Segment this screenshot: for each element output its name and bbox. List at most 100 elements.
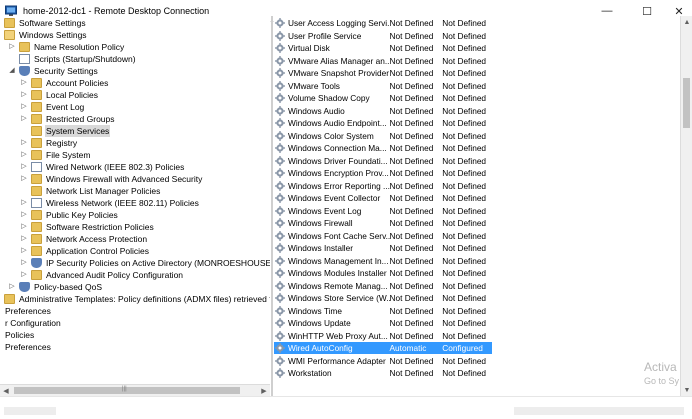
- expand-arrow-icon[interactable]: ▷: [20, 173, 28, 185]
- service-row[interactable]: Virtual Disk Not Defined Not Defined: [274, 42, 492, 54]
- tree-item[interactable]: ▷ Policy-based QoS: [8, 281, 103, 293]
- tree-item[interactable]: ◢ Security Settings: [8, 65, 99, 77]
- tree-item[interactable]: ▷ Software Restriction Policies: [20, 221, 155, 233]
- service-row[interactable]: Windows Audio Not Defined Not Defined: [274, 105, 492, 117]
- service-gear-icon: [275, 118, 285, 128]
- tree-item-label: Windows Firewall with Advanced Security: [46, 174, 203, 184]
- expand-arrow-icon[interactable]: ▷: [20, 209, 28, 221]
- scrollbar-thumb[interactable]: [683, 78, 690, 128]
- tree-item[interactable]: ▷ Registry: [20, 137, 78, 149]
- service-row[interactable]: Windows Color System Not Defined Not Defin…: [274, 130, 492, 142]
- service-startup: Not Defined: [389, 130, 434, 141]
- expand-arrow-icon[interactable]: ▷: [20, 101, 28, 113]
- service-row[interactable]: Workstation Not Defined Not Defined: [274, 367, 492, 379]
- tree-item[interactable]: ▷ Restricted Groups: [20, 113, 116, 125]
- folder-icon: [4, 294, 15, 304]
- tree-item[interactable]: ▷ Local Policies: [20, 89, 99, 101]
- service-gear-icon: [275, 268, 285, 278]
- expand-arrow-icon[interactable]: ▷: [20, 257, 28, 269]
- service-gear-icon: [275, 293, 285, 303]
- service-name: Windows Audio: [288, 105, 345, 116]
- expand-arrow-icon[interactable]: ▷: [20, 245, 28, 257]
- tree-item[interactable]: Policies: [4, 329, 35, 341]
- expand-arrow-icon[interactable]: ▷: [8, 281, 16, 293]
- tree-item[interactable]: ▷ Name Resolution Policy: [8, 41, 125, 53]
- tree-item[interactable]: ▷ Application Control Policies: [20, 245, 150, 257]
- tree-item[interactable]: ▷ Wired Network (IEEE 802.3) Policies: [20, 161, 185, 173]
- service-row[interactable]: VMware Tools Not Defined Not Defined: [274, 80, 492, 92]
- expand-arrow-icon[interactable]: ▷: [20, 77, 28, 89]
- tree-item[interactable]: ▷ Account Policies: [20, 77, 109, 89]
- service-startup: Not Defined: [389, 355, 434, 366]
- service-row[interactable]: Windows Event Log Not Defined Not Defined: [274, 205, 492, 217]
- tree-item[interactable]: r Configuration: [4, 317, 62, 329]
- tree-item[interactable]: Software Settings: [4, 17, 87, 29]
- service-row[interactable]: Windows Connection Ma... Not Defined Not D…: [274, 142, 492, 154]
- service-permission: Not Defined: [442, 368, 487, 378]
- tree-item[interactable]: ▷ IP Security Policies on Active Director…: [20, 257, 270, 269]
- scroll-down-icon[interactable]: ▼: [681, 384, 692, 396]
- service-row[interactable]: Volume Shadow Copy Not Defined Not Defined: [274, 92, 492, 104]
- tree-item[interactable]: Network List Manager Policies: [20, 185, 161, 197]
- service-row[interactable]: Windows Time Not Defined Not Defined: [274, 305, 492, 317]
- service-row[interactable]: User Access Logging Servi... Not Defined N…: [274, 17, 492, 29]
- tree-item[interactable]: ▷ File System: [20, 149, 91, 161]
- service-row[interactable]: Windows Modules Installer Not Defined Not …: [274, 267, 492, 279]
- service-row[interactable]: Windows Firewall Not Defined Not Defined: [274, 217, 492, 229]
- expand-arrow-icon[interactable]: ▷: [20, 161, 28, 173]
- service-startup: Not Defined: [389, 18, 434, 28]
- expand-arrow-icon[interactable]: ▷: [20, 137, 28, 149]
- service-row[interactable]: Windows Event Collector Not Defined Not De…: [274, 192, 492, 204]
- service-gear-icon: [275, 105, 285, 116]
- tree-item-label: IP Security Policies on Active Directory…: [46, 258, 270, 268]
- scrollbar-thumb[interactable]: [14, 387, 240, 394]
- expand-arrow-icon[interactable]: ▷: [20, 233, 28, 245]
- pane-splitter[interactable]: [271, 16, 273, 396]
- tree-horizontal-scrollbar[interactable]: ◀ ||| ▶: [0, 384, 270, 396]
- expand-arrow-icon[interactable]: ▷: [20, 149, 28, 161]
- tree-item-label: Restricted Groups: [46, 114, 115, 124]
- expand-arrow-icon[interactable]: ◢: [8, 65, 16, 77]
- service-row[interactable]: WMI Performance Adapter Not Defined Not De…: [274, 355, 492, 367]
- tree-item[interactable]: Preferences: [4, 305, 52, 317]
- service-row[interactable]: Windows Error Reporting ... Not Defined No…: [274, 180, 492, 192]
- tree-item[interactable]: Scripts (Startup/Shutdown): [8, 53, 137, 65]
- services-vertical-scrollbar[interactable]: ▲ ▼: [680, 16, 692, 396]
- service-startup: Not Defined: [389, 143, 434, 153]
- service-row[interactable]: Windows Driver Foundati... Not Defined Not…: [274, 155, 492, 167]
- service-row[interactable]: Windows Management In... Not Defined Not D…: [274, 255, 492, 267]
- service-row[interactable]: Windows Remote Manag... Not Defined Not De…: [274, 280, 492, 292]
- tree-item[interactable]: ▷ Advanced Audit Policy Configuration: [20, 269, 184, 281]
- tree-item[interactable]: System Services: [20, 125, 111, 137]
- scroll-up-icon[interactable]: ▲: [681, 16, 692, 28]
- tree-item[interactable]: ▷ Wireless Network (IEEE 802.11) Policies: [20, 197, 200, 209]
- service-row[interactable]: Wired AutoConfig Automatic Configured: [274, 342, 492, 354]
- service-row[interactable]: Windows Update Not Defined Not Defined: [274, 317, 492, 329]
- expand-arrow-icon[interactable]: ▷: [20, 89, 28, 101]
- service-row[interactable]: User Profile Service Not Defined Not Defin…: [274, 30, 492, 42]
- service-row[interactable]: Windows Encryption Prov... Not Defined Not…: [274, 167, 492, 179]
- expand-arrow-icon[interactable]: ▷: [20, 269, 28, 281]
- tree-item[interactable]: ▷ Public Key Policies: [20, 209, 119, 221]
- expand-arrow-icon[interactable]: ▷: [8, 41, 16, 53]
- service-row[interactable]: Windows Font Cache Serv... Not Defined Not…: [274, 230, 492, 242]
- tree-item[interactable]: Windows Settings: [4, 29, 88, 41]
- tree-item[interactable]: ▷ Event Log: [20, 101, 85, 113]
- expand-arrow-icon[interactable]: ▷: [20, 221, 28, 233]
- tree-item[interactable]: Administrative Templates: Policy definit…: [4, 293, 270, 305]
- service-row[interactable]: Windows Store Service (W... Not Defined No…: [274, 292, 492, 304]
- expand-arrow-icon[interactable]: ▷: [20, 197, 28, 209]
- tree-item[interactable]: Preferences: [4, 341, 52, 353]
- tree-item[interactable]: ▷ Network Access Protection: [20, 233, 148, 245]
- tree-item[interactable]: ▷ Windows Firewall with Advanced Security: [20, 173, 203, 185]
- service-row[interactable]: Windows Audio Endpoint... Not Defined Not …: [274, 117, 492, 129]
- service-row[interactable]: VMware Alias Manager an... Not Defined Not…: [274, 55, 492, 67]
- service-name: User Profile Service: [288, 30, 362, 41]
- expand-arrow-icon[interactable]: ▷: [20, 113, 28, 125]
- tree-item-label: Windows Settings: [19, 30, 87, 40]
- service-startup: Not Defined: [389, 205, 434, 216]
- service-row[interactable]: WinHTTP Web Proxy Aut... Not Defined Not D…: [274, 330, 492, 342]
- service-row[interactable]: VMware Snapshot Provider Not Defined Not D…: [274, 67, 492, 79]
- tree-item-label: Security Settings: [34, 66, 98, 76]
- service-row[interactable]: Windows Installer Not Defined Not Defined: [274, 242, 492, 254]
